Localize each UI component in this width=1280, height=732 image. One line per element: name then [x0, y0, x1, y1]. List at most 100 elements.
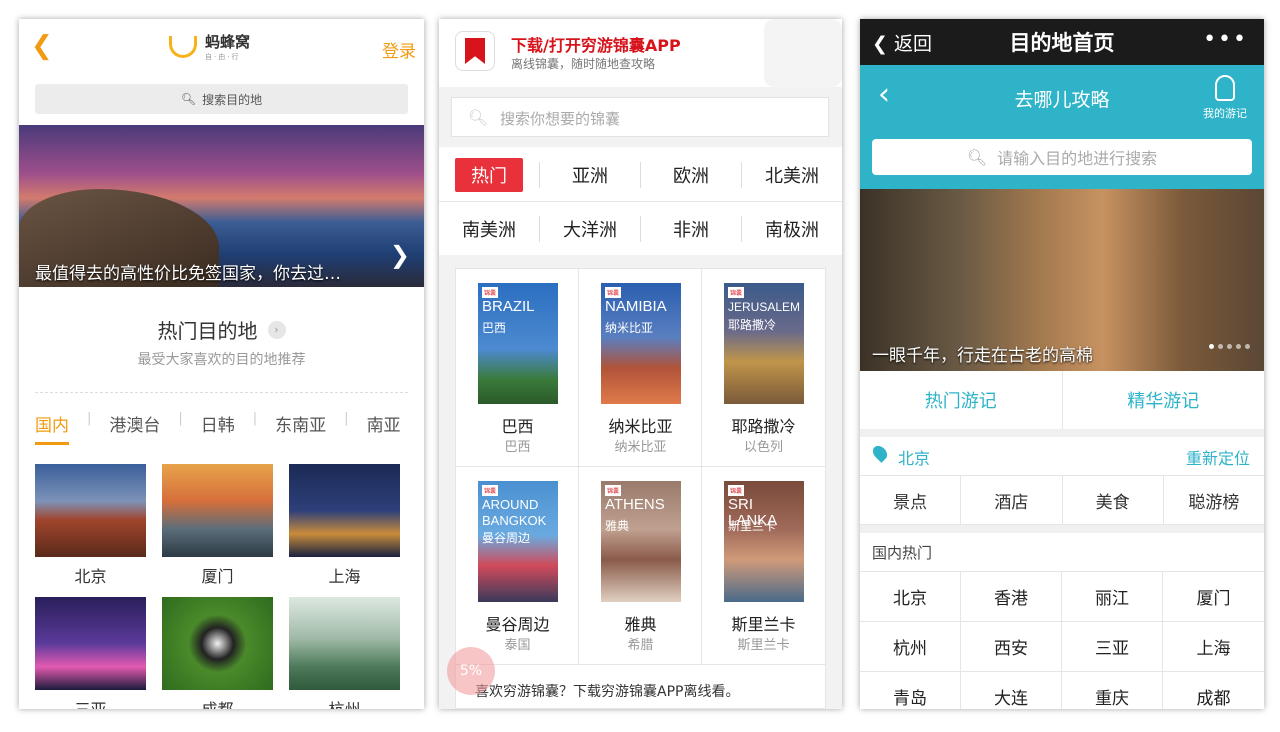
tab-featured-notes[interactable]: 精华游记	[1063, 371, 1265, 429]
guidebook-card[interactable]: 锦囊 ATHENS 雅典 雅典 希腊	[579, 467, 702, 665]
progress-badge[interactable]: 5%	[447, 647, 495, 695]
city-photo	[162, 597, 273, 690]
back-icon[interactable]: ❮	[31, 31, 53, 61]
category-europe[interactable]: 欧洲	[641, 149, 741, 201]
category-hot[interactable]: 热门	[439, 149, 539, 201]
guidebook-name: 纳米比亚	[608, 417, 673, 436]
brand-badge: 锦囊	[482, 485, 499, 496]
user-icon	[1215, 75, 1235, 101]
guidebook-name: 曼谷周边	[485, 615, 550, 634]
category-attractions[interactable]: 景点	[860, 476, 962, 524]
city-item[interactable]: 成都	[1163, 671, 1264, 709]
city-card[interactable]: 北京	[35, 464, 146, 586]
app-icon	[455, 31, 495, 71]
city-item[interactable]: 杭州	[860, 621, 961, 671]
domestic-hot-section: 国内热门	[860, 533, 1264, 571]
region-tabs: 国内 | 港澳台 | 日韩 | 东南亚 | 南亚	[35, 411, 419, 445]
guidebook-card[interactable]: 锦囊 NAMIBIA 纳米比亚 纳米比亚 纳米比亚	[579, 269, 702, 467]
city-item[interactable]: 上海	[1163, 621, 1264, 671]
notes-tabs: 热门游记 精华游记	[860, 371, 1264, 429]
login-button[interactable]: 登录	[382, 37, 416, 62]
hero-caption[interactable]: 一眼千年，行走在古老的高棉	[872, 341, 1093, 366]
city-item[interactable]: 西安	[961, 621, 1062, 671]
banner-close-button[interactable]	[764, 19, 842, 87]
city-item[interactable]: 大连	[961, 671, 1062, 709]
city-item[interactable]: 丽江	[1062, 571, 1163, 621]
relocate-button[interactable]: 重新定位	[1186, 445, 1250, 469]
brand-badge: 锦囊	[728, 287, 745, 298]
cover-title-zh: 纳米比亚	[605, 321, 654, 335]
city-card[interactable]: 杭州	[289, 597, 400, 709]
search-icon: 🔍︎	[966, 147, 988, 167]
section-label: 国内热门	[872, 544, 933, 562]
chevron-right-icon[interactable]: ❯	[390, 241, 410, 269]
category-north-america[interactable]: 北美洲	[742, 149, 842, 201]
logo-name: 蚂蜂窝	[205, 33, 251, 51]
hot-city-grid: 北京 香港 丽江 厦门 杭州 西安 三亚 上海 青岛 大连 重庆 成都	[860, 571, 1264, 709]
category-antarctica[interactable]: 南极洲	[742, 203, 842, 255]
tab-south-asia[interactable]: 南亚	[367, 411, 419, 445]
tab-hot-notes[interactable]: 热门游记	[860, 371, 1063, 429]
guidebook-cover: 锦囊 SRI LANKA 斯里兰卡	[724, 481, 804, 602]
category-rankings[interactable]: 聪游榜	[1164, 476, 1264, 524]
hot-destinations-title[interactable]: 热门目的地 ›	[19, 315, 424, 344]
city-card[interactable]: 厦门	[162, 464, 273, 586]
app-download-banner[interactable]: 下载/打开穷游锦囊APP 离线锦囊，随时随地查攻略	[439, 19, 842, 87]
guidebook-country: 斯里兰卡	[737, 638, 790, 653]
category-food[interactable]: 美食	[1063, 476, 1164, 524]
download-prompt[interactable]: 喜欢穷游锦囊？下载穷游锦囊APP离线看。	[475, 681, 739, 701]
tab-separator: |	[344, 411, 349, 426]
city-name: 北京	[74, 567, 107, 586]
search-input[interactable]: 🔍︎ 请输入目的地进行搜索	[872, 139, 1252, 175]
continent-categories: 热门 亚洲 欧洲 北美洲 南美洲 大洋洲 非洲 南极洲	[439, 147, 842, 255]
cover-title-en: AROUND BANGKOK	[482, 497, 547, 528]
search-icon: 🔍︎	[468, 108, 489, 127]
category-oceania[interactable]: 大洋洲	[540, 203, 640, 255]
city-item[interactable]: 香港	[961, 571, 1062, 621]
city-item[interactable]: 厦门	[1163, 571, 1264, 621]
guidebook-card[interactable]: 锦囊 JERUSALEM 耶路撒冷 耶路撒冷 以色列	[702, 269, 825, 467]
category-asia[interactable]: 亚洲	[540, 149, 640, 201]
carousel-dot	[1218, 344, 1223, 349]
city-card[interactable]: 成都	[162, 597, 273, 709]
carousel-dot	[1236, 344, 1241, 349]
cover-title-en: JERUSALEM	[728, 300, 801, 314]
carousel-dot	[1209, 344, 1214, 349]
city-item[interactable]: 重庆	[1062, 671, 1163, 709]
hero-caption[interactable]: 最值得去的高性价比免签国家，你去过…	[35, 259, 341, 284]
city-item[interactable]: 青岛	[860, 671, 961, 709]
cover-title-zh: 巴西	[482, 321, 507, 335]
tab-southeast-asia[interactable]: 东南亚	[275, 411, 344, 445]
guidebook-country: 以色列	[743, 440, 783, 455]
category-south-america[interactable]: 南美洲	[439, 203, 539, 255]
location-row: 北京 重新定位	[860, 437, 1264, 475]
city-item[interactable]: 三亚	[1062, 621, 1163, 671]
city-photo	[35, 464, 146, 557]
search-input[interactable]: 🔍︎ 搜索你想要的锦囊	[451, 97, 829, 137]
my-notes-button[interactable]: 我的游记	[1200, 75, 1250, 121]
tab-separator: |	[178, 411, 183, 426]
search-placeholder: 搜索目的地	[202, 92, 263, 107]
city-name: 成都	[162, 696, 273, 709]
top-bar: ❮ 蚂蜂窝 自·由·行 登录	[19, 19, 424, 77]
guidebook-grid: 锦囊 BRAZIL 巴西 巴西 巴西 锦囊 NAMIBIA 纳米比亚 纳米比亚 …	[455, 268, 826, 709]
search-placeholder: 请输入目的地进行搜索	[997, 149, 1158, 168]
guidebook-card[interactable]: 锦囊 BRAZIL 巴西 巴西 巴西	[456, 269, 579, 467]
tab-japan-korea[interactable]: 日韩	[201, 411, 253, 445]
city-card[interactable]: 上海	[289, 464, 400, 586]
guidebook-card[interactable]: 锦囊 AROUND BANGKOK 曼谷周边 曼谷周边 泰国	[456, 467, 579, 665]
category-hotels[interactable]: 酒店	[961, 476, 1063, 524]
current-location[interactable]: 北京	[898, 445, 930, 469]
guidebook-card[interactable]: 锦囊 SRI LANKA 斯里兰卡 斯里兰卡 斯里兰卡	[702, 467, 825, 665]
more-icon[interactable]: •••	[1203, 27, 1248, 52]
guidebook-cover: 锦囊 JERUSALEM 耶路撒冷	[724, 283, 804, 404]
city-item[interactable]: 北京	[860, 571, 961, 621]
search-bar[interactable]: 🔍︎ 搜索目的地	[35, 84, 408, 114]
category-africa[interactable]: 非洲	[641, 203, 741, 255]
chevron-right-icon[interactable]: ›	[267, 320, 286, 339]
city-grid: 北京 厦门 上海 三亚 成都 杭州	[35, 464, 408, 709]
tab-hk-macao-taiwan[interactable]: 港澳台	[109, 411, 178, 445]
tab-domestic[interactable]: 国内	[35, 411, 69, 445]
city-name: 上海	[328, 567, 361, 586]
city-card[interactable]: 三亚	[35, 597, 146, 709]
